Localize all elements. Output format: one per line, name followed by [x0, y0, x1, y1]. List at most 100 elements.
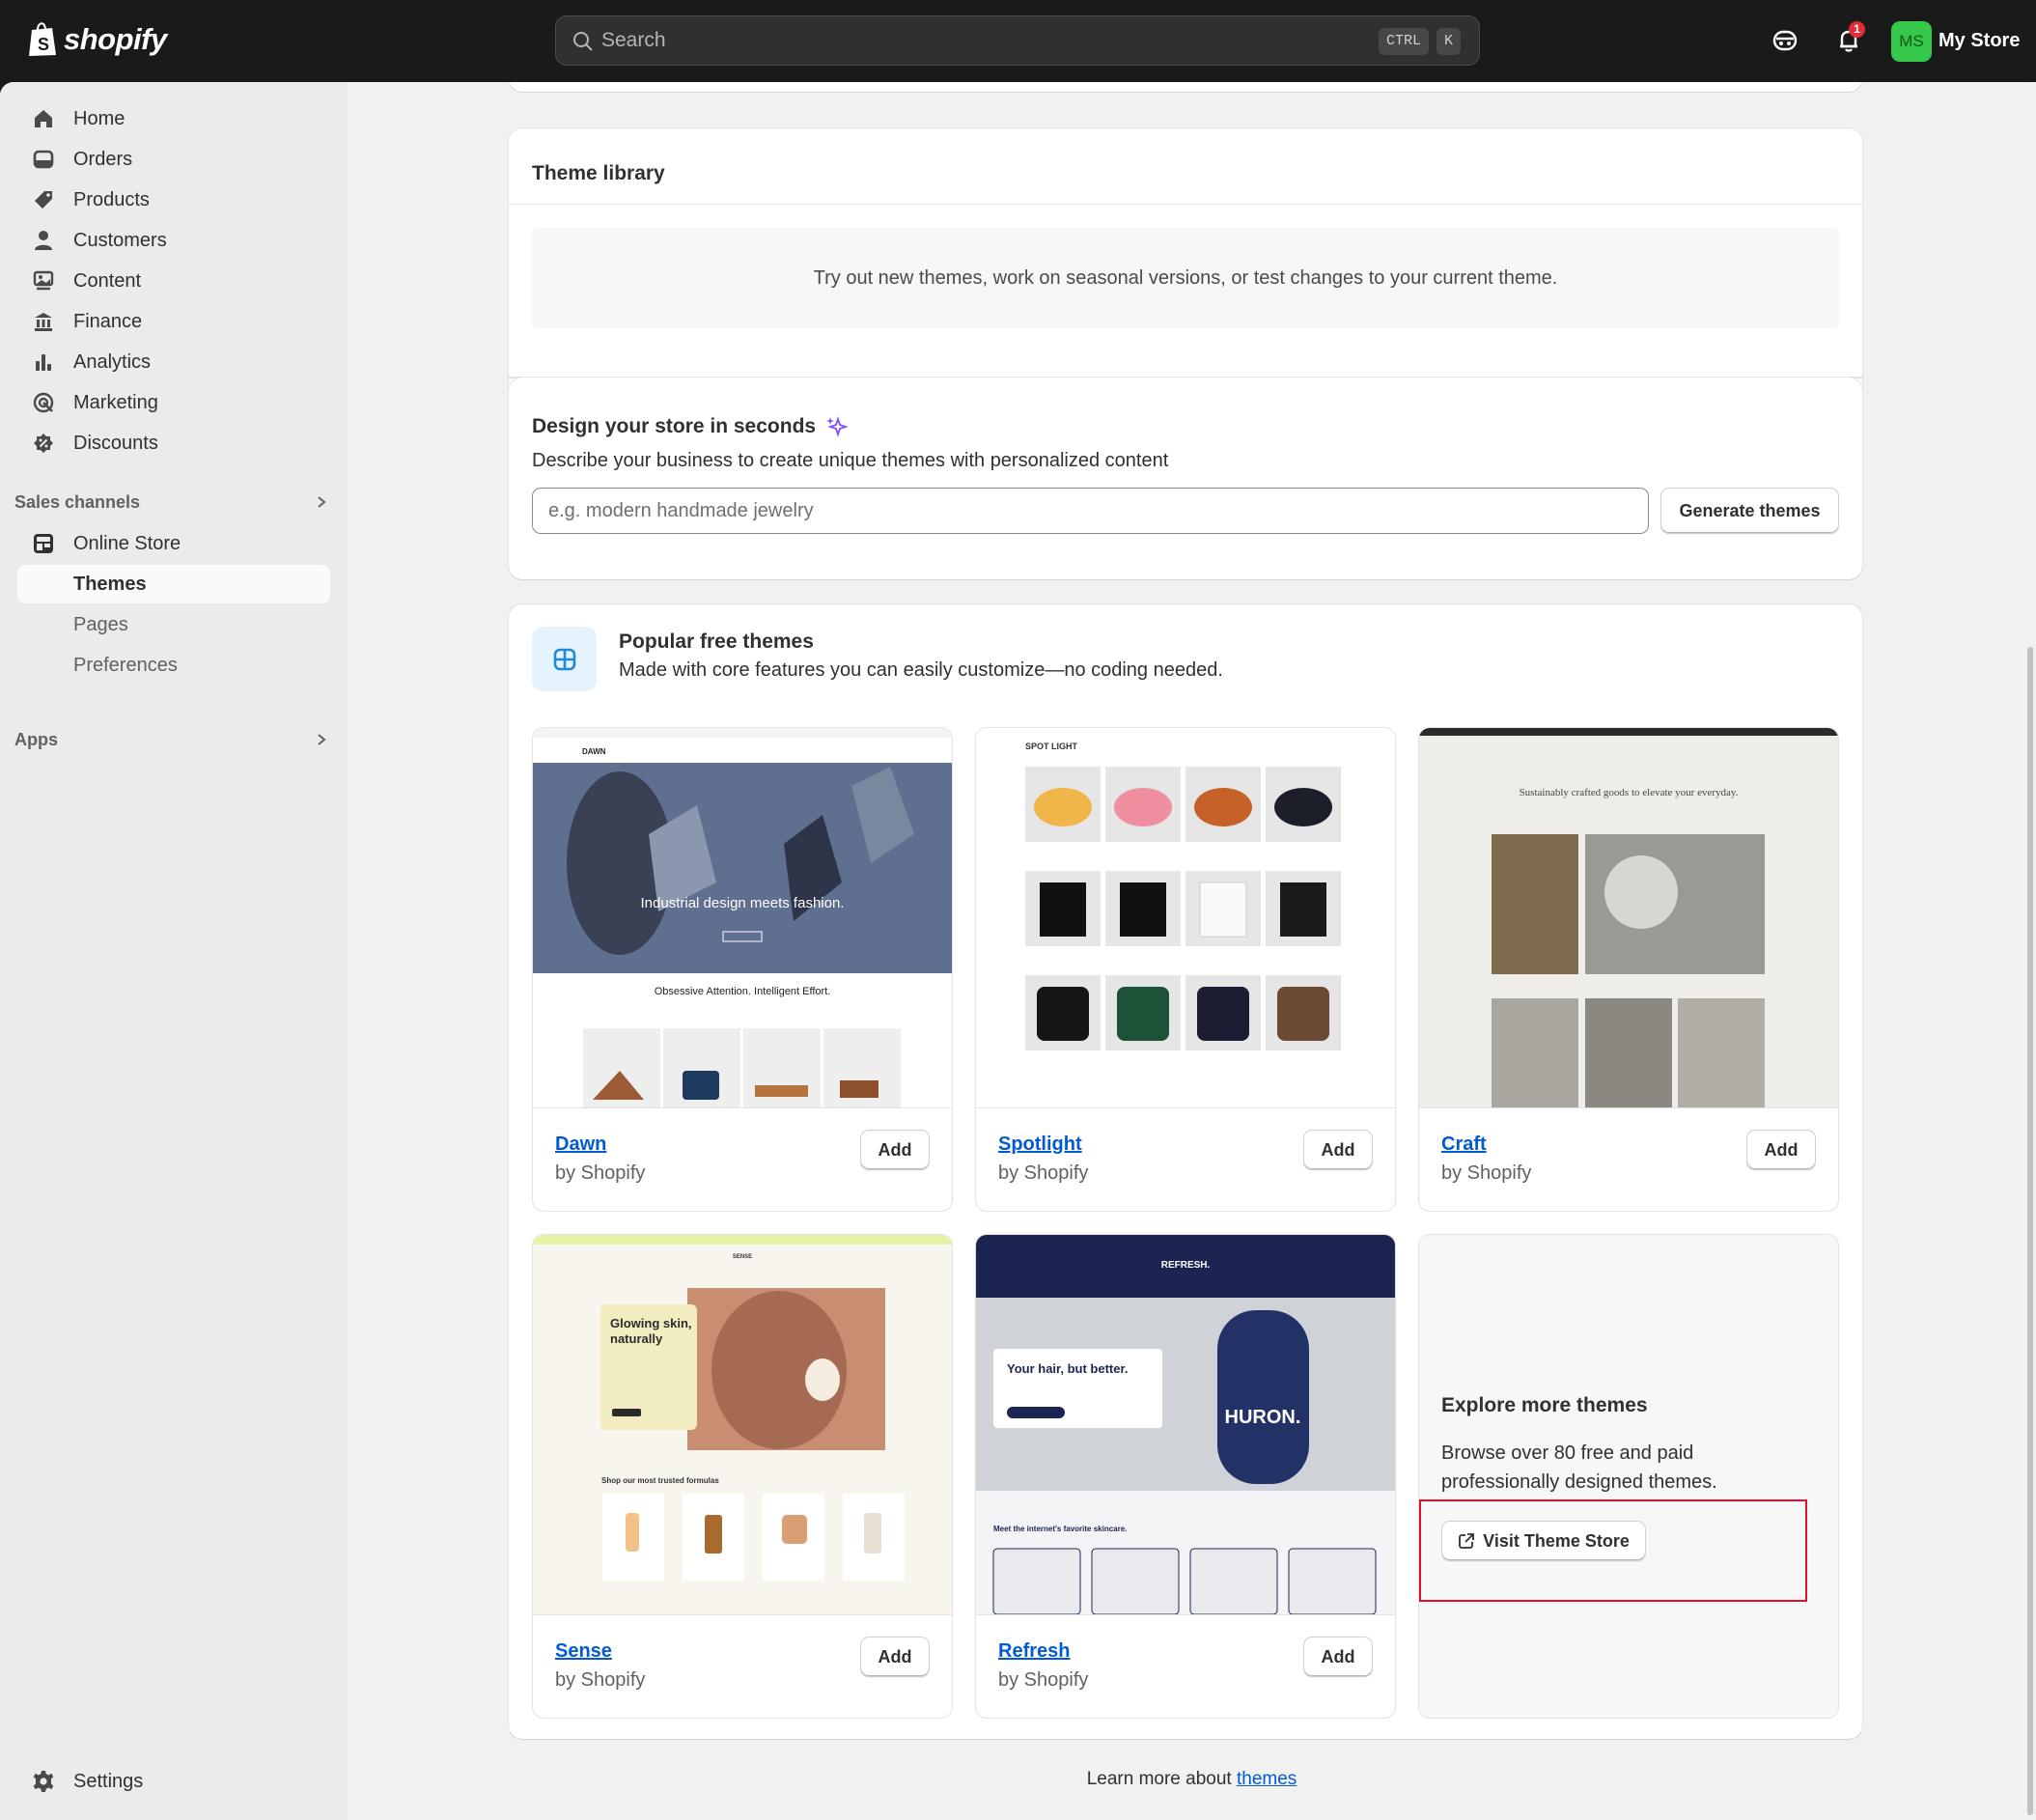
sidebar-item-customers[interactable]: Customers: [17, 221, 330, 260]
sidebar-item-label: Online Store: [73, 532, 181, 554]
dawn-hero-text: Industrial design meets fashion.: [641, 895, 845, 911]
sidebar-item-label: Content: [73, 269, 142, 292]
home-icon: [31, 106, 56, 131]
themes-help-link[interactable]: themes: [1237, 1769, 1297, 1789]
sidebar-item-label: Settings: [73, 1770, 144, 1792]
popular-themes-subtitle: Made with core features you can easily c…: [619, 659, 1223, 681]
sidebar-item-orders[interactable]: Orders: [17, 140, 330, 179]
sidebar-item-discounts[interactable]: Discounts: [17, 424, 330, 462]
add-theme-button[interactable]: Add: [1303, 1130, 1373, 1170]
popular-themes-title: Popular free themes: [619, 630, 814, 653]
learn-more-footer: Learn more about themes: [348, 1769, 2036, 1790]
business-description-input[interactable]: [532, 488, 1649, 534]
person-icon: [31, 228, 56, 253]
theme-preview-spotlight[interactable]: SPOT LIGHT: [976, 728, 1395, 1108]
craft-hero-text: Sustainably crafted goods to elevate you…: [1519, 787, 1739, 798]
sidebar-item-label: Pages: [73, 613, 128, 635]
add-theme-button[interactable]: Add: [860, 1130, 930, 1170]
theme-badge: [532, 627, 597, 691]
previous-card-edge: [509, 82, 1862, 92]
tag-icon: [31, 187, 56, 212]
sidebar-item-label: Preferences: [73, 654, 178, 676]
sidekick-icon[interactable]: [1770, 25, 1800, 56]
bar-chart-icon: [31, 350, 56, 375]
sidebar-item-label: Analytics: [73, 350, 152, 373]
sidebar-item-label: Marketing: [73, 391, 158, 413]
theme-library-empty-state: Try out new themes, work on seasonal ver…: [532, 228, 1839, 328]
apps-label: Apps: [14, 729, 58, 749]
add-theme-button[interactable]: Add: [1303, 1637, 1373, 1677]
store-name[interactable]: My Store: [1938, 30, 2020, 52]
design-subtitle: Describe your business to create unique …: [532, 450, 1169, 471]
design-title-text: Design your store in seconds: [532, 415, 817, 437]
svg-text:S: S: [38, 35, 49, 54]
brand-wordmark: shopify: [64, 22, 167, 56]
shortcut-k-key: K: [1436, 28, 1462, 55]
sense-section-title: Shop our most trusted formulas: [601, 1476, 719, 1485]
add-theme-button[interactable]: Add: [860, 1637, 930, 1677]
orders-icon: [31, 147, 56, 172]
theme-name-spotlight[interactable]: Spotlight: [998, 1134, 1082, 1156]
explore-more-themes-card: Explore more themes Browse over 80 free …: [1418, 1234, 1839, 1719]
chevron-right-icon: [318, 496, 326, 508]
page-scrollbar[interactable]: [2024, 82, 2036, 1820]
theme-preview-dawn[interactable]: DAWN Industrial design meets fashion. Ob…: [533, 728, 952, 1108]
design-store-card: Design your store in seconds Describe yo…: [509, 378, 1862, 579]
target-icon: [31, 390, 56, 415]
sense-brand: SENSE: [733, 1254, 752, 1260]
sidebar-item-label: Orders: [73, 148, 133, 170]
search-bar[interactable]: Search CTRL K: [555, 15, 1480, 66]
sidebar-item-online-store[interactable]: Online Store: [17, 524, 330, 563]
generate-themes-button[interactable]: Generate themes: [1660, 488, 1839, 534]
sidebar-item-content[interactable]: Content: [17, 262, 330, 300]
sidebar-item-settings[interactable]: Settings: [17, 1762, 330, 1801]
theme-library-title: Theme library: [532, 162, 665, 184]
shopify-logo[interactable]: S shopify: [27, 21, 167, 58]
chevron-right-icon: [318, 734, 326, 745]
theme-card-sense: SENSE Glowing skin, naturally Shop our m…: [532, 1234, 953, 1719]
theme-author: by Shopify: [555, 1162, 646, 1184]
sidebar: Home Orders Products Customers Content F…: [0, 82, 348, 1820]
search-icon: [573, 32, 593, 51]
apps-header[interactable]: Apps: [14, 725, 328, 754]
scrollbar-thumb[interactable]: [2027, 647, 2033, 1815]
refresh-hero-text: Your hair, but better.: [1007, 1361, 1128, 1376]
sales-channels-header[interactable]: Sales channels: [14, 488, 328, 517]
learn-more-prefix: Learn more about: [1086, 1769, 1237, 1789]
sidebar-item-analytics[interactable]: Analytics: [17, 343, 330, 381]
sales-channels-label: Sales channels: [14, 491, 141, 512]
refresh-brand: REFRESH.: [1161, 1260, 1211, 1271]
sidebar-item-label: Finance: [73, 310, 143, 332]
theme-name-refresh[interactable]: Refresh: [998, 1640, 1070, 1663]
theme-name-sense[interactable]: Sense: [555, 1640, 612, 1663]
sidebar-item-label: Home: [73, 107, 126, 129]
theme-preview-refresh[interactable]: REFRESH. HURON. Your hair, but better. M…: [976, 1235, 1395, 1615]
sidebar-item-themes[interactable]: Themes: [17, 565, 330, 603]
search-placeholder: Search: [601, 29, 666, 51]
sidebar-item-products[interactable]: Products: [17, 181, 330, 219]
theme-preview-craft[interactable]: Sustainably crafted goods to elevate you…: [1419, 728, 1838, 1108]
sidebar-item-pages[interactable]: Pages: [17, 605, 330, 644]
theme-card-refresh: REFRESH. HURON. Your hair, but better. M…: [975, 1234, 1396, 1719]
highlight-box: [1419, 1499, 1807, 1602]
refresh-section-title: Meet the internet's favorite skincare.: [993, 1525, 1127, 1533]
theme-preview-sense[interactable]: SENSE Glowing skin, naturally Shop our m…: [533, 1235, 952, 1615]
sidebar-item-finance[interactable]: Finance: [17, 302, 330, 341]
sidebar-item-label: Themes: [73, 573, 147, 595]
bank-icon: [31, 309, 56, 334]
theme-name-dawn[interactable]: Dawn: [555, 1134, 606, 1156]
sidebar-item-label: Customers: [73, 229, 167, 251]
sidebar-item-label: Discounts: [73, 432, 158, 454]
sidebar-item-preferences[interactable]: Preferences: [17, 646, 330, 685]
theme-author: by Shopify: [998, 1162, 1089, 1184]
shopify-bag-icon: S: [29, 22, 56, 56]
avatar[interactable]: MS: [1891, 21, 1932, 62]
theme-name-craft[interactable]: Craft: [1441, 1134, 1487, 1156]
shortcut-ctrl-key: CTRL: [1379, 28, 1430, 55]
add-theme-button[interactable]: Add: [1746, 1130, 1816, 1170]
theme-author: by Shopify: [1441, 1162, 1532, 1184]
layout-icon: [553, 648, 575, 670]
sidebar-item-marketing[interactable]: Marketing: [17, 383, 330, 422]
sidebar-item-home[interactable]: Home: [17, 99, 330, 138]
dawn-tagline: Obsessive Attention. Intelligent Effort.: [655, 986, 831, 997]
